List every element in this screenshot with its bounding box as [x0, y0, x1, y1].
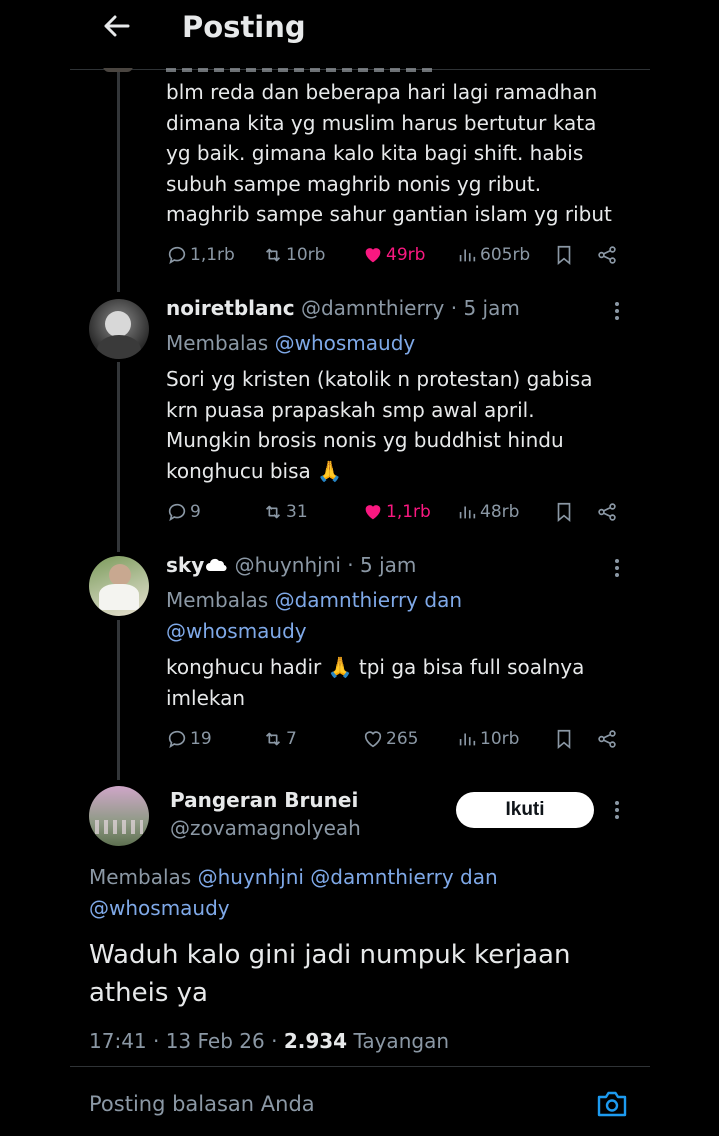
divider	[70, 1066, 650, 1067]
handle[interactable]: @huynhjni	[235, 553, 341, 577]
display-name[interactable]: sky	[166, 553, 204, 577]
heart-icon	[364, 731, 382, 748]
page-title: Posting	[182, 10, 306, 44]
repost-button[interactable]: 31	[262, 501, 308, 523]
tweet-actions: 9 31 1,1rb 48rb	[166, 501, 626, 527]
reply-button[interactable]: 19	[166, 728, 212, 750]
reply-input[interactable]: Posting balasan Anda	[89, 1092, 315, 1116]
tweet-text: Sori yg kristen (katolik n protestan) ga…	[166, 367, 593, 483]
like-button[interactable]: 265	[362, 728, 418, 750]
share-icon	[598, 730, 616, 748]
share-icon	[598, 246, 616, 264]
tweet-text: blm reda dan beberapa hari lagi ramadhan…	[166, 80, 612, 226]
repost-button[interactable]: 7	[262, 728, 297, 750]
avatar[interactable]	[89, 786, 149, 846]
views-button[interactable]: 10rb	[456, 728, 519, 750]
tweet-text: konghucu hadir 🙏 tpi ga bisa full soalny…	[166, 655, 585, 710]
views-button[interactable]: 48rb	[456, 501, 519, 523]
time: · 5 jam	[347, 553, 417, 577]
mention-link[interactable]: @whosmaudy	[89, 893, 498, 924]
views-count: 2.934	[283, 1029, 348, 1053]
replying-to: Membalas @whosmaudy	[166, 331, 416, 355]
views-label: Tayangan	[353, 1029, 449, 1053]
follow-button[interactable]: Ikuti	[456, 792, 594, 828]
bookmark-icon	[557, 245, 571, 266]
display-name[interactable]: noiretblanc	[166, 296, 295, 320]
timestamp[interactable]: 17:41 · 13 Feb 26 ·	[89, 1029, 277, 1053]
mention-link[interactable]: @damnthierry dan	[275, 588, 462, 612]
cloud-icon	[206, 558, 227, 572]
tweet-actions: 1,1rb 10rb 49rb 605rb	[166, 244, 626, 270]
bookmark-button[interactable]	[553, 244, 577, 266]
bookmark-icon	[557, 502, 571, 523]
replying-to: Membalas @damnthierry dan @whosmaudy	[166, 585, 462, 647]
views-chart-icon	[459, 506, 476, 519]
handle[interactable]: @zovamagnolyeah	[170, 816, 361, 840]
share-button[interactable]	[596, 728, 620, 750]
bookmark-button[interactable]	[553, 728, 577, 750]
like-button[interactable]: 49rb	[362, 244, 425, 266]
more-options-icon[interactable]	[613, 557, 621, 579]
replying-to: Membalas @huynhjni @damnthierry dan @who…	[89, 862, 498, 924]
tweet-header: noiretblanc @damnthierry · 5 jam	[166, 296, 520, 320]
main-post-text: Waduh kalo gini jadi numpuk kerjaan athe…	[89, 940, 571, 1008]
repost-icon	[265, 248, 281, 262]
back-arrow-icon[interactable]	[100, 10, 132, 42]
bookmark-button[interactable]	[553, 501, 577, 523]
thread-line	[117, 362, 120, 552]
views-chart-icon	[459, 249, 476, 262]
top-bar: Posting	[70, 0, 650, 68]
display-name[interactable]: Pangeran Brunei	[170, 788, 361, 812]
main-post-header: Pangeran Brunei @zovamagnolyeah	[170, 788, 361, 840]
mention-link[interactable]: @whosmaudy	[166, 616, 462, 647]
share-button[interactable]	[596, 244, 620, 266]
more-options-icon[interactable]	[613, 799, 621, 821]
more-options-icon[interactable]	[613, 300, 621, 322]
repost-icon	[265, 505, 281, 519]
mention-link[interactable]: @whosmaudy	[275, 331, 416, 355]
repost-button[interactable]: 10rb	[262, 244, 325, 266]
reply-icon	[168, 730, 186, 749]
reply-icon	[168, 246, 186, 265]
share-button[interactable]	[596, 501, 620, 523]
reply-button[interactable]: 9	[166, 501, 201, 523]
heart-filled-icon	[365, 505, 381, 520]
camera-icon[interactable]	[596, 1089, 628, 1119]
time: · 5 jam	[450, 296, 520, 320]
heart-filled-icon	[365, 248, 381, 263]
thread-line	[117, 620, 120, 780]
views-chart-icon	[459, 733, 476, 746]
repost-icon	[265, 732, 281, 746]
avatar[interactable]	[89, 556, 149, 616]
tweet-actions: 19 7 265 10rb	[166, 728, 626, 754]
reply-icon	[168, 503, 186, 522]
bookmark-icon	[557, 729, 571, 750]
like-button[interactable]: 1,1rb	[362, 501, 431, 523]
thread-line	[117, 70, 120, 292]
avatar[interactable]	[89, 299, 149, 359]
post-meta: 17:41 · 13 Feb 26 · 2.934 Tayangan	[89, 1029, 449, 1053]
mention-link[interactable]: @huynhjni @damnthierry dan	[198, 865, 498, 889]
tweet-header: sky @huynhjni · 5 jam	[166, 553, 416, 577]
views-button[interactable]: 605rb	[456, 244, 530, 266]
handle[interactable]: @damnthierry	[301, 296, 444, 320]
reply-button[interactable]: 1,1rb	[166, 244, 235, 266]
share-icon	[598, 503, 616, 521]
